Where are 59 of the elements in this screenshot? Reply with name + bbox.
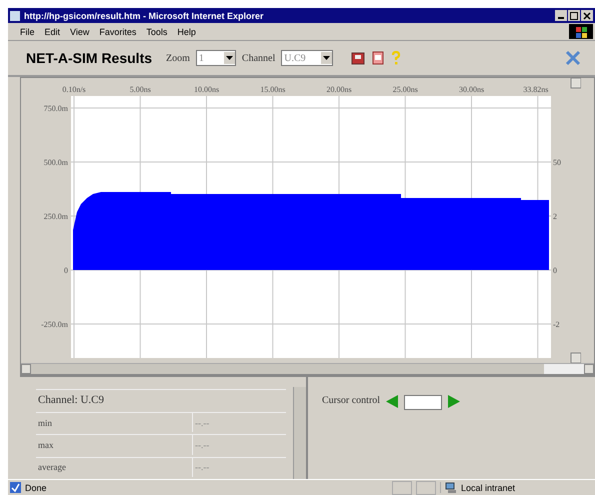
vertical-scrollbar[interactable] xyxy=(570,78,581,363)
tools-icon[interactable] xyxy=(565,50,581,66)
y-axis-label: 50 xyxy=(553,158,561,167)
y-axis-label: -250.0m xyxy=(41,320,68,329)
right-arrow-button[interactable] xyxy=(448,395,460,408)
zone-text: Local intranet xyxy=(461,482,516,492)
zoom-dropdown[interactable]: 1 xyxy=(196,50,236,66)
minimize-button[interactable] xyxy=(555,10,567,21)
horizontal-scrollbar[interactable] xyxy=(21,363,594,374)
menu-item[interactable]: Favorites xyxy=(99,26,136,36)
menu-item[interactable]: Help xyxy=(177,26,196,36)
table-cell: --.-- xyxy=(192,456,286,477)
x-axis-label: 0.10n/s xyxy=(62,85,86,94)
y-axis-label: 0 xyxy=(64,266,68,275)
y-axis-label: 750.0m xyxy=(44,104,68,113)
x-axis-label: 15.00ns xyxy=(260,85,286,94)
channel-dropdown[interactable]: U.C9 xyxy=(281,50,334,66)
vertical-scrollbar[interactable] xyxy=(293,387,306,479)
y-axis-label: 0 xyxy=(553,266,557,275)
table-heading: Channel: U.C9 xyxy=(36,389,286,410)
close-button[interactable] xyxy=(581,10,593,21)
caret-icon xyxy=(224,52,235,64)
table-cell: max xyxy=(36,434,192,455)
menu-item[interactable]: Tools xyxy=(146,26,168,36)
y-axis-label: 250.0m xyxy=(44,212,68,221)
y-axis-label: 2 xyxy=(553,212,557,221)
browser-icon xyxy=(10,10,20,20)
window-title: http://hp-gsicom/result.htm - Microsoft Internet Explorer xyxy=(24,10,264,20)
x-axis-label: 5.00ns xyxy=(130,85,151,94)
status-panel xyxy=(416,480,436,494)
y-axis-label: -2 xyxy=(553,320,560,329)
table-cell: --.-- xyxy=(192,412,286,432)
table-cell: min xyxy=(36,412,192,432)
left-arrow-button[interactable] xyxy=(386,395,398,408)
menu-item[interactable]: Edit xyxy=(44,26,60,36)
network-icon xyxy=(445,482,457,493)
menu-item[interactable]: File xyxy=(20,26,35,36)
page-icon xyxy=(10,482,21,493)
maximize-button[interactable] xyxy=(568,10,580,21)
x-axis-label: 20.00ns xyxy=(326,85,352,94)
status-panel xyxy=(392,480,412,494)
x-axis-label: 30.00ns xyxy=(458,85,484,94)
menu-item[interactable]: View xyxy=(70,26,90,36)
status-text: Done xyxy=(25,482,48,492)
x-axis-label: 33.82ns xyxy=(523,85,548,94)
x-axis-label: 10.00ns xyxy=(194,85,220,94)
document-icon[interactable] xyxy=(371,51,386,65)
cursor-control-label: Cursor control xyxy=(322,395,380,406)
zoom-label: Zoom xyxy=(166,52,190,64)
minimize-icon xyxy=(558,17,564,19)
x-axis-label: 25.00ns xyxy=(392,85,418,94)
caret-icon xyxy=(321,52,332,64)
y-axis-label: 500.0m xyxy=(44,158,68,167)
windows-logo-icon xyxy=(569,24,593,39)
channel-label: Channel xyxy=(242,52,276,64)
cursor-input-field[interactable] xyxy=(404,395,442,410)
table-cell: average xyxy=(36,456,192,477)
table-cell: --.-- xyxy=(192,434,286,455)
app-title: NET-A-SIM Results xyxy=(26,50,152,66)
